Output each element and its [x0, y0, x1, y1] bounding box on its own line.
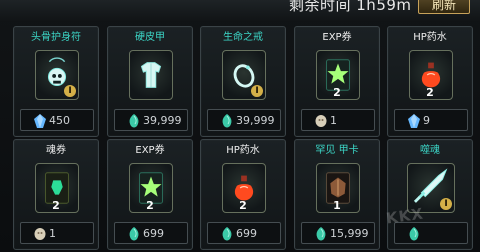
shop-item-card[interactable]: HP药水 2 9: [387, 26, 473, 137]
item-name: 硬皮甲: [135, 32, 165, 43]
price-box[interactable]: 450: [20, 109, 94, 131]
price-value: 1: [330, 114, 337, 127]
item-quantity: 2: [146, 199, 154, 212]
price-box[interactable]: 699: [207, 222, 281, 244]
gold-coin-icon: [34, 228, 46, 240]
shop-panel: 剩余时间 1h59m 刷新 头骨护身符 I 450 硬皮甲 39,999 生命之…: [0, 0, 480, 252]
item-quantity: 2: [52, 199, 60, 212]
price-value: 9: [423, 114, 430, 127]
price-value: 699: [236, 227, 257, 240]
shop-item-card[interactable]: 生命之戒 I 39,999: [200, 26, 286, 137]
skull-amulet-icon: I: [35, 50, 79, 100]
item-name: 噬魂: [420, 145, 440, 156]
shop-item-card[interactable]: 头骨护身符 I 450: [13, 26, 99, 137]
price-box[interactable]: 9: [394, 109, 468, 131]
item-name: 罕见 甲卡: [315, 145, 359, 156]
price-box[interactable]: 15,999: [301, 222, 375, 244]
shop-item-card[interactable]: EXP券 2 1: [294, 26, 380, 137]
shop-item-card[interactable]: 噬魂 I: [387, 139, 473, 250]
price-box[interactable]: 699: [114, 222, 188, 244]
item-name: EXP券: [135, 145, 165, 156]
blue-crystal-icon: [34, 114, 46, 128]
item-quantity: 2: [426, 86, 434, 99]
item-quantity: 2: [239, 199, 247, 212]
tier-badge: I: [64, 85, 76, 97]
green-gem-icon: [129, 227, 139, 241]
price-box[interactable]: [394, 222, 468, 244]
price-value: 39,999: [143, 114, 182, 127]
green-gem-icon: [409, 227, 419, 241]
shop-item-card[interactable]: EXP券 2 699: [107, 139, 193, 250]
price-value: 1: [49, 227, 56, 240]
item-name: 生命之戒: [223, 32, 263, 43]
green-gem-icon: [316, 227, 326, 241]
shop-item-card[interactable]: HP药水 2 699: [200, 139, 286, 250]
blue-crystal-icon: [408, 114, 420, 128]
green-gem-icon: [129, 114, 139, 128]
item-quantity: 2: [333, 86, 341, 99]
shop-item-card[interactable]: 罕见 甲卡 1 15,999: [294, 139, 380, 250]
gold-coin-icon: [315, 115, 327, 127]
item-quantity: 1: [333, 199, 341, 212]
price-box[interactable]: 1: [301, 109, 375, 131]
price-box[interactable]: 1: [20, 222, 94, 244]
item-name: EXP券: [322, 32, 352, 43]
item-name: HP药水: [226, 145, 260, 156]
price-value: 39,999: [236, 114, 275, 127]
price-value: 15,999: [330, 227, 369, 240]
shop-item-card[interactable]: 魂券 2 1: [13, 139, 99, 250]
tier-badge: I: [440, 198, 452, 210]
life-ring-icon: I: [222, 50, 266, 100]
leather-armor-icon: [129, 50, 173, 100]
item-name: HP药水: [413, 32, 447, 43]
green-gem-icon: [222, 227, 232, 241]
item-name: 头骨护身符: [31, 32, 81, 43]
price-value: 699: [143, 227, 164, 240]
price-box[interactable]: 39,999: [114, 109, 188, 131]
price-box[interactable]: 39,999: [207, 109, 281, 131]
green-gem-icon: [222, 114, 232, 128]
item-name: 魂券: [46, 145, 66, 156]
shop-item-card[interactable]: 硬皮甲 39,999: [107, 26, 193, 137]
tier-badge: I: [251, 85, 263, 97]
price-value: 450: [49, 114, 70, 127]
